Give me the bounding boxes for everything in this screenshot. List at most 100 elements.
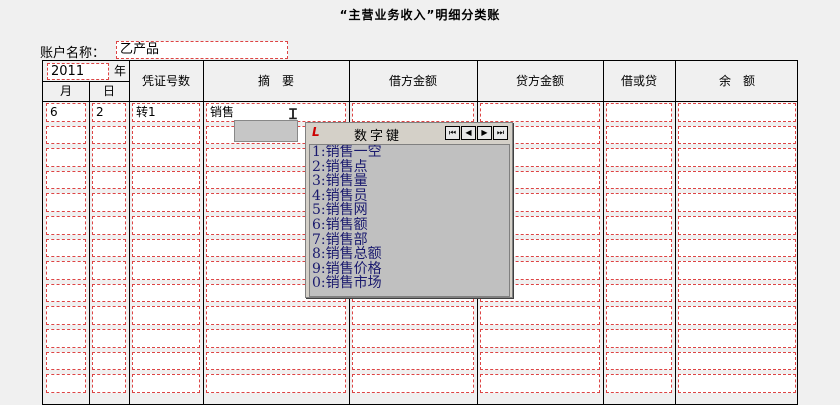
- month-cell[interactable]: [46, 148, 86, 167]
- day-cell[interactable]: [92, 216, 126, 235]
- month-cell[interactable]: [46, 329, 86, 348]
- voucher-cell[interactable]: [132, 374, 200, 393]
- balance-cell[interactable]: [678, 261, 796, 280]
- suggestion-item[interactable]: 7:销售部: [310, 232, 509, 248]
- day-cell[interactable]: [92, 374, 126, 393]
- balance-cell[interactable]: [678, 148, 796, 167]
- balance-cell[interactable]: [678, 170, 796, 190]
- month-cell[interactable]: [46, 238, 86, 258]
- debit-cell[interactable]: [352, 103, 474, 122]
- voucher-cell[interactable]: [132, 283, 200, 303]
- voucher-cell[interactable]: [132, 216, 200, 235]
- balance-cell[interactable]: [678, 125, 796, 145]
- balance-cell[interactable]: [678, 216, 796, 235]
- balance-cell[interactable]: [678, 193, 796, 212]
- dc-cell[interactable]: [606, 261, 672, 280]
- voucher-cell[interactable]: [132, 238, 200, 258]
- dc-cell[interactable]: [606, 170, 672, 190]
- dc-cell[interactable]: [606, 148, 672, 167]
- prev-page-icon[interactable]: ◀: [461, 126, 476, 140]
- day-cell[interactable]: [92, 193, 126, 212]
- voucher-cell[interactable]: [132, 170, 200, 190]
- balance-cell[interactable]: [678, 283, 796, 303]
- dc-cell[interactable]: [606, 103, 672, 122]
- day-cell[interactable]: [92, 329, 126, 348]
- balance-cell[interactable]: [678, 238, 796, 258]
- balance-cell[interactable]: [678, 351, 796, 371]
- summary-cell[interactable]: [206, 351, 346, 371]
- day-cell[interactable]: [92, 261, 126, 280]
- last-page-icon[interactable]: ⏭: [493, 126, 508, 140]
- voucher-cell[interactable]: [132, 261, 200, 280]
- digit-key-popup[interactable]: L 数字键 ⏮ ◀ ▶ ⏭ 1:销售一空 2:销售点 3:销售量 4:销售员 5:销售网…: [305, 122, 513, 298]
- voucher-cell[interactable]: [132, 125, 200, 145]
- debit-cell[interactable]: [352, 306, 474, 325]
- voucher-cell[interactable]: [132, 351, 200, 371]
- balance-cell[interactable]: [678, 306, 796, 325]
- dc-cell[interactable]: [606, 193, 672, 212]
- account-name-field[interactable]: 乙产品: [116, 41, 288, 59]
- debit-cell[interactable]: [352, 374, 474, 393]
- month-cell[interactable]: [46, 170, 86, 190]
- year-field[interactable]: 2011: [47, 63, 109, 80]
- dc-cell[interactable]: [606, 238, 672, 258]
- dc-cell[interactable]: [606, 374, 672, 393]
- suggestion-item[interactable]: 1:销售一空: [310, 145, 509, 160]
- debit-cell[interactable]: [352, 351, 474, 371]
- day-cell[interactable]: [92, 125, 126, 145]
- balance-cell[interactable]: [678, 103, 796, 122]
- balance-cell[interactable]: [678, 374, 796, 393]
- column-divider: [203, 61, 204, 404]
- dc-cell[interactable]: [606, 216, 672, 235]
- dc-cell[interactable]: [606, 351, 672, 371]
- day-cell[interactable]: 2: [92, 103, 126, 122]
- suggestion-item[interactable]: 8:销售总额: [310, 247, 509, 262]
- month-cell[interactable]: [46, 193, 86, 212]
- month-cell[interactable]: [46, 374, 86, 393]
- month-cell[interactable]: [46, 125, 86, 145]
- credit-cell[interactable]: [480, 103, 600, 122]
- dc-cell[interactable]: [606, 125, 672, 145]
- debit-cell[interactable]: [352, 329, 474, 348]
- balance-cell[interactable]: [678, 329, 796, 348]
- month-cell[interactable]: [46, 351, 86, 371]
- month-cell[interactable]: [46, 306, 86, 325]
- summary-cell[interactable]: [206, 306, 346, 325]
- month-cell[interactable]: [46, 216, 86, 235]
- day-cell[interactable]: [92, 170, 126, 190]
- month-cell[interactable]: [46, 283, 86, 303]
- suggestion-item[interactable]: 4:销售员: [310, 189, 509, 204]
- summary-cell[interactable]: 销售: [206, 103, 346, 122]
- credit-cell[interactable]: [480, 306, 600, 325]
- summary-cell[interactable]: [206, 329, 346, 348]
- day-cell[interactable]: [92, 238, 126, 258]
- next-page-icon[interactable]: ▶: [477, 126, 492, 140]
- suggestion-item[interactable]: 6:销售额: [310, 218, 509, 233]
- voucher-cell[interactable]: [132, 306, 200, 325]
- voucher-cell[interactable]: 转1: [132, 103, 200, 122]
- suggestion-list: 1:销售一空 2:销售点 3:销售量 4:销售员 5:销售网 6:销售额 7:销售部 8:销售…: [309, 144, 510, 297]
- summary-cell[interactable]: [206, 374, 346, 393]
- ledger-title: “主营业务收入”明细分类账: [339, 8, 501, 22]
- day-cell[interactable]: [92, 306, 126, 325]
- suggestion-item[interactable]: 2:销售点: [310, 159, 509, 175]
- voucher-cell[interactable]: [132, 148, 200, 167]
- dc-cell[interactable]: [606, 306, 672, 325]
- month-cell[interactable]: [46, 261, 86, 280]
- credit-cell[interactable]: [480, 329, 600, 348]
- dc-cell[interactable]: [606, 329, 672, 348]
- month-cell[interactable]: 6: [46, 103, 86, 122]
- voucher-cell[interactable]: [132, 193, 200, 212]
- dc-cell[interactable]: [606, 283, 672, 303]
- first-page-icon[interactable]: ⏮: [445, 126, 460, 140]
- suggestion-item[interactable]: 0:销售市场: [310, 276, 509, 291]
- suggestion-item[interactable]: 3:销售量: [310, 174, 509, 189]
- day-cell[interactable]: [92, 148, 126, 167]
- day-cell[interactable]: [92, 351, 126, 371]
- summary-dropdown[interactable]: [234, 120, 298, 142]
- suggestion-item[interactable]: 5:销售网: [310, 203, 509, 218]
- voucher-cell[interactable]: [132, 329, 200, 348]
- credit-cell[interactable]: [480, 351, 600, 371]
- credit-cell[interactable]: [480, 374, 600, 393]
- day-cell[interactable]: [92, 283, 126, 303]
